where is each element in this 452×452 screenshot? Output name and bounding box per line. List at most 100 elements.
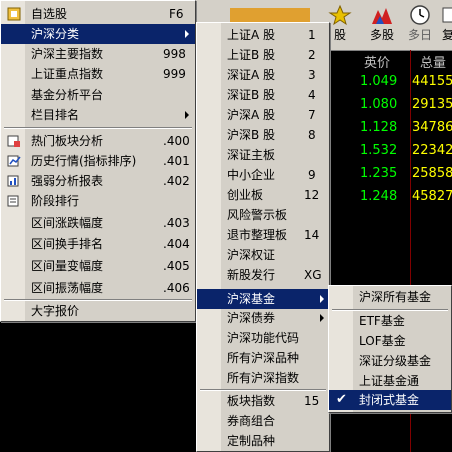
- menu-item-big-quote[interactable]: 大字报价: [1, 301, 195, 321]
- menu-item-label: 沪深主要指数: [31, 47, 104, 61]
- menu-item-label: 区间量变幅度: [31, 259, 104, 273]
- submenu-arrow-icon: [320, 295, 324, 303]
- menu-item-label: 沪深债券: [227, 311, 276, 325]
- menu-item-sz-a[interactable]: 深证A 股 3: [197, 65, 329, 85]
- price-cell: 1.080: [360, 97, 398, 112]
- menu-item-function-codes[interactable]: 沪深功能代码: [197, 328, 329, 348]
- toolbar-multi-day-button[interactable]: 多日: [400, 2, 440, 48]
- price-cell: 1.049: [360, 74, 398, 89]
- volume-cell: 458270: [412, 189, 452, 204]
- menu-item-shortcut: 2: [308, 48, 316, 62]
- menu-item-stage-ranking[interactable]: 阶段排行: [1, 191, 195, 211]
- menu-item-label: 上证A 股: [227, 28, 276, 42]
- menu-item-shanghai-key-indices[interactable]: 上证重点指数 999: [1, 64, 195, 84]
- volume-cell: 223425: [412, 143, 452, 158]
- menu-item-strength-report[interactable]: 强弱分析报表 .402: [1, 171, 195, 191]
- menu-item-sz-b[interactable]: 深证B 股 4: [197, 85, 329, 105]
- menu-item-label: 深证主板: [227, 148, 276, 162]
- price-cell: 1.128: [360, 120, 398, 135]
- star-icon: [328, 4, 352, 26]
- menu-item-label: 退市整理板: [227, 228, 288, 242]
- menu-item-hs-funds[interactable]: 沪深基金: [197, 289, 329, 309]
- report-icon: [7, 175, 19, 187]
- menu-item-shortcut: 998: [163, 47, 186, 61]
- menu-item-label: 强弱分析报表: [31, 174, 104, 188]
- volume-cell: 347860: [412, 120, 452, 135]
- menu-item-all-indices[interactable]: 所有沪深指数: [197, 368, 329, 388]
- menu-item-label: 沪深A 股: [227, 108, 276, 122]
- menu-item-fund-analysis[interactable]: 基金分析平台: [1, 85, 195, 105]
- menu-item-all-varieties[interactable]: 所有沪深品种: [197, 348, 329, 368]
- menu-item-gem[interactable]: 创业板 12: [197, 185, 329, 205]
- menu-item-risk-warning[interactable]: 风险警示板: [197, 205, 329, 225]
- menu-item-sme[interactable]: 中小企业 9: [197, 165, 329, 185]
- menu-item-label: 沪深分类: [31, 27, 80, 41]
- menu-item-shanghai-shenzhen-category[interactable]: 沪深分类: [1, 24, 195, 44]
- menu-item-shortcut: XG: [304, 268, 322, 282]
- menu-item-delisting[interactable]: 退市整理板 14: [197, 225, 329, 245]
- menu-item-label: 大字报价: [31, 304, 80, 318]
- mountain-chart-icon: [372, 8, 392, 24]
- restore-icon: [442, 7, 452, 23]
- menu-item-history-quotes[interactable]: 历史行情(指标排序) .401: [1, 151, 195, 171]
- menu-item-hs-bonds[interactable]: 沪深债券: [197, 308, 329, 328]
- menu-item-shortcut: 3: [308, 68, 316, 82]
- menu-item-favorites[interactable]: 自选股 F6: [1, 4, 195, 24]
- menu-item-custom-varieties[interactable]: 定制品种: [197, 431, 329, 451]
- menu-item-column-ranking[interactable]: 栏目排名: [1, 105, 195, 125]
- menu-item-shortcut: .401: [163, 154, 190, 168]
- menu-item-label: 深证A 股: [227, 68, 276, 82]
- menu-item-range-volume[interactable]: 区间量变幅度 .405: [1, 256, 195, 276]
- menu-item-label: 所有沪深指数: [227, 371, 300, 385]
- menu-item-etf-funds[interactable]: ETF基金: [329, 311, 451, 331]
- menu-item-shortcut: 8: [308, 128, 316, 142]
- menu-item-shortcut: F6: [169, 7, 184, 21]
- menu-item-lof-funds[interactable]: LOF基金: [329, 331, 451, 351]
- menu-item-label: 风险警示板: [227, 208, 288, 222]
- menu-item-all-funds[interactable]: 沪深所有基金: [329, 287, 451, 307]
- menu-item-label: 阶段排行: [31, 194, 80, 208]
- menu-item-broker-portfolio[interactable]: 券商组合: [197, 411, 329, 431]
- menu-item-label: 所有沪深品种: [227, 351, 300, 365]
- ranking-icon: [7, 195, 19, 207]
- toolbar-multi-stock-button[interactable]: 多股: [362, 2, 402, 48]
- menu-item-ipo[interactable]: 新股发行 XG: [197, 265, 329, 285]
- submenu-arrow-icon: [320, 314, 324, 322]
- history-chart-icon: [7, 155, 21, 167]
- menu-item-hs-a[interactable]: 沪深A 股 7: [197, 105, 329, 125]
- menu-item-sh-b[interactable]: 上证B 股 2: [197, 45, 329, 65]
- menu-item-sh-a[interactable]: 上证A 股 1: [197, 25, 329, 45]
- menu-item-hot-sector-analysis[interactable]: 热门板块分析 .400: [1, 131, 195, 151]
- menu-item-hs-b[interactable]: 沪深B 股 8: [197, 125, 329, 145]
- menu-item-sector-indices[interactable]: 板块指数 15: [197, 391, 329, 411]
- submenu-arrow-icon: [185, 30, 189, 38]
- menu-item-shortcut: .404: [163, 237, 190, 251]
- menu-item-label: 沪深功能代码: [227, 331, 300, 345]
- menu-item-label: 券商组合: [227, 414, 276, 428]
- menu-item-sz-tiered-funds[interactable]: 深证分级基金: [329, 351, 451, 371]
- menu-item-range-oscillation[interactable]: 区间振荡幅度 .406: [1, 278, 195, 298]
- menu-item-label: 沪深所有基金: [359, 290, 432, 304]
- menu-item-label: 新股发行: [227, 268, 276, 282]
- menu-item-range-change[interactable]: 区间涨跌幅度 .403: [1, 213, 195, 233]
- toolbar-restore-button[interactable]: 复: [438, 2, 452, 48]
- main-menu: 自选股 F6 沪深分类 沪深主要指数 998 上证重点指数 999 基金分析平台…: [0, 0, 196, 322]
- menu-item-shortcut: 9: [308, 168, 316, 182]
- menu-item-label: 上证B 股: [227, 48, 276, 62]
- menu-item-shortcut: .403: [163, 216, 190, 230]
- menu-item-label: 沪深基金: [227, 292, 276, 306]
- volume-cell: 441559: [412, 74, 452, 89]
- menu-item-label: 历史行情(指标排序): [31, 154, 137, 168]
- menu-separator: [4, 127, 192, 129]
- menu-item-warrants[interactable]: 沪深权证: [197, 245, 329, 265]
- toolbar-multi-day-label: 多日: [407, 28, 432, 42]
- menu-item-main-indices[interactable]: 沪深主要指数 998: [1, 44, 195, 64]
- menu-item-sh-fund-link[interactable]: 上证基金通: [329, 371, 451, 391]
- price-cell: 1.235: [360, 166, 398, 181]
- menu-item-sz-main-board[interactable]: 深证主板: [197, 145, 329, 165]
- menu-item-shortcut: 999: [163, 67, 186, 81]
- menu-item-closed-end-funds[interactable]: ✔ 封闭式基金: [329, 390, 451, 410]
- menu-item-range-turnover[interactable]: 区间换手排名 .404: [1, 234, 195, 254]
- menu-item-label: 定制品种: [227, 434, 276, 448]
- menu-item-shortcut: 12: [304, 188, 320, 202]
